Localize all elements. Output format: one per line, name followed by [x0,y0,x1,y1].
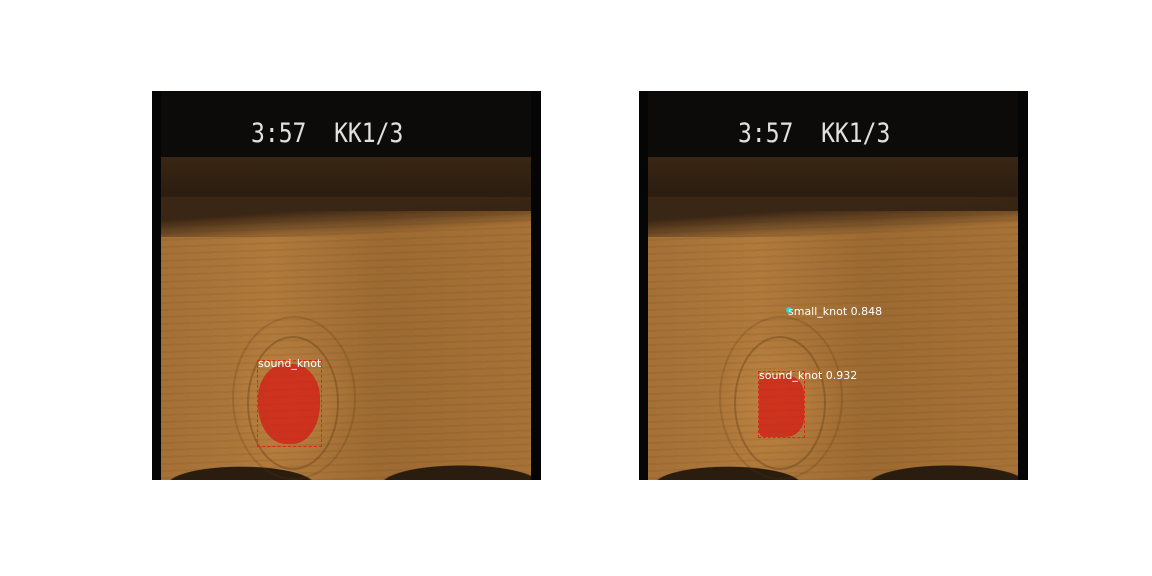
video-header-band: 3:57 KK1/3 [161,91,531,161]
wood-board-top-edge [161,197,531,237]
video-header-band: 3:57 KK1/3 [648,91,1018,161]
image-border-right [531,91,541,480]
prediction-image-panel: 3:57 KK1/3 small_knot 0.848 sound_knot 0… [639,91,1028,480]
small-knot-label: small_knot 0.848 [788,305,883,318]
sound-knot-label: sound_knot 0.932 [759,369,858,382]
sound-knot-bounding-box [257,360,322,447]
image-border-left [639,91,648,480]
osd-timestamp-text: 3:57 KK1/3 [738,119,891,149]
image-border-right [1018,91,1028,480]
sound-knot-label: sound_knot [258,357,322,370]
ground-truth-image-panel: 3:57 KK1/3 sound_knot [152,91,541,480]
figure: 3:57 KK1/3 sound_knot 3:57 KK1/3 small_k… [0,0,1152,576]
wood-board-bottom-shadow [648,440,1018,480]
image-border-left [152,91,161,480]
wood-board-top-edge [648,197,1018,237]
wood-board-bottom-shadow [161,440,531,480]
osd-timestamp-text: 3:57 KK1/3 [251,119,404,149]
